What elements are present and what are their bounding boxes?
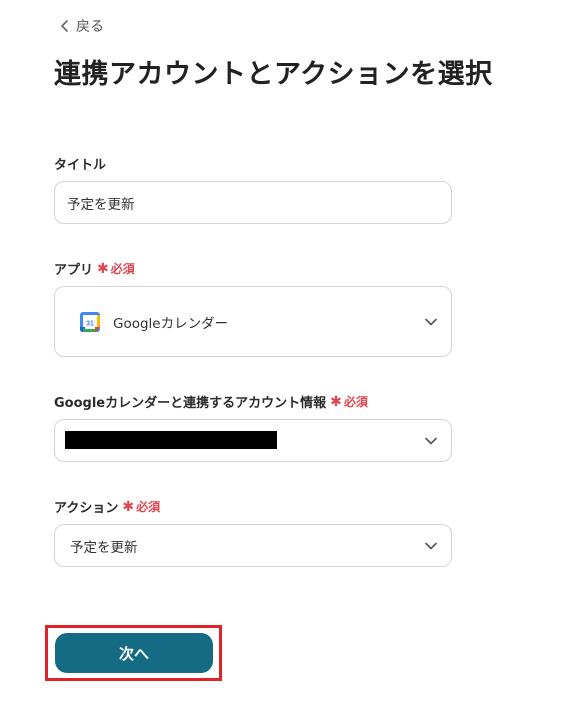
required-badge: ✱ 必須 (122, 498, 160, 515)
required-text: 必須 (343, 395, 368, 409)
title-field-label-text: タイトル (54, 158, 107, 173)
back-label: 戻る (76, 19, 104, 35)
required-asterisk-icon: ✱ (97, 260, 109, 277)
action-select-value: 予定を更新 (70, 539, 138, 556)
title-input-value: 予定を更新 (67, 196, 135, 213)
account-field-label-text: Googleカレンダーと連携するアカウント情報 (54, 396, 327, 411)
required-asterisk-icon: ✱ (330, 393, 342, 410)
google-calendar-icon: 31 (80, 311, 100, 332)
title-input[interactable]: 予定を更新 (54, 181, 452, 224)
redacted-account-value (65, 431, 277, 449)
chevron-left-icon (61, 20, 68, 32)
chevron-down-icon (425, 542, 437, 549)
action-field-label: アクション ✱ 必須 (54, 497, 160, 517)
account-field-label: Googleカレンダーと連携するアカウント情報 ✱ 必須 (54, 392, 368, 412)
svg-text:31: 31 (86, 320, 94, 327)
app-select[interactable]: 31 Googleカレンダー (54, 286, 452, 357)
next-button[interactable]: 次へ (55, 633, 213, 673)
required-badge: ✱ 必須 (330, 393, 368, 410)
account-select[interactable] (54, 419, 452, 462)
required-text: 必須 (110, 262, 135, 276)
required-badge: ✱ 必須 (97, 260, 135, 277)
next-button-highlight: 次へ (45, 625, 222, 681)
app-field-label-text: アプリ (54, 263, 94, 278)
back-link[interactable]: 戻る (60, 16, 104, 36)
required-text: 必須 (136, 500, 161, 514)
app-select-value: Googleカレンダー (113, 315, 229, 332)
action-field-label-text: アクション (54, 501, 119, 516)
required-asterisk-icon: ✱ (122, 498, 135, 515)
page-title: 連携アカウントとアクションを選択 (54, 59, 493, 90)
app-field-label: アプリ ✱ 必須 (54, 259, 135, 279)
chevron-down-icon (425, 318, 437, 325)
chevron-down-icon (425, 437, 437, 444)
title-field-label: タイトル (54, 154, 106, 173)
action-select[interactable]: 予定を更新 (54, 524, 452, 567)
